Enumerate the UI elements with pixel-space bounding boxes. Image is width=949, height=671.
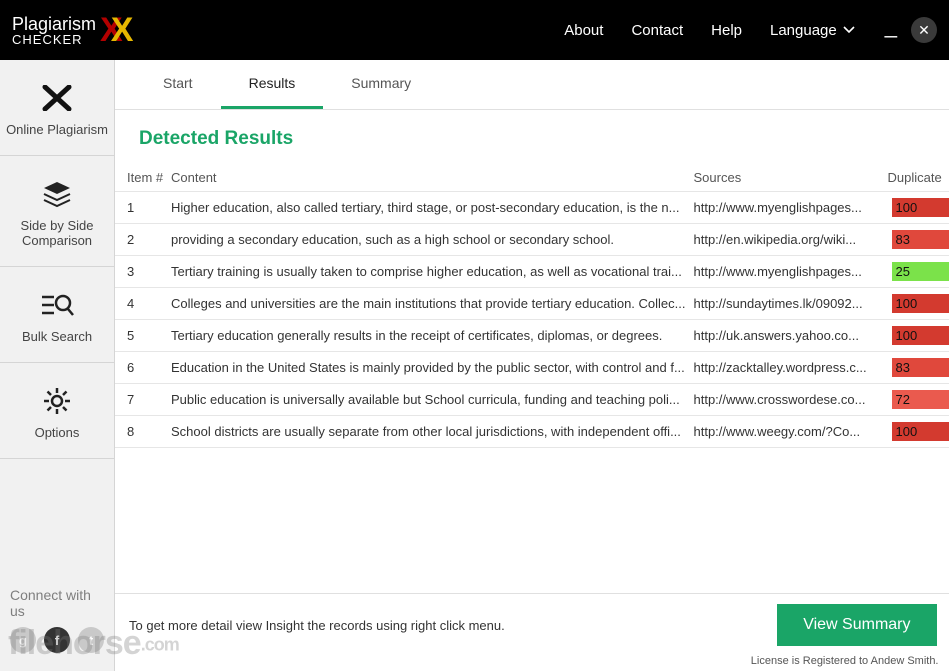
table-header: Item # Content Sources Duplicate xyxy=(115,164,949,192)
social-twitter-icon[interactable]: t xyxy=(78,627,104,653)
logo-title: Plagiarism xyxy=(12,15,96,33)
window-controls: _ ✕ xyxy=(885,17,937,43)
main-content: Start Results Summary Detected Results I… xyxy=(115,60,949,671)
cell-content: Education in the United States is mainly… xyxy=(165,360,694,375)
menu-contact[interactable]: Contact xyxy=(631,22,683,39)
close-icon: ✕ xyxy=(918,22,930,39)
tab-start[interactable]: Start xyxy=(135,60,221,109)
cell-source: http://www.myenglishpages... xyxy=(694,264,886,279)
sidebar-item-side-by-side[interactable]: Side by Side Comparison xyxy=(0,156,114,267)
cell-content: Higher education, also called tertiary, … xyxy=(165,200,694,215)
tab-bar: Start Results Summary xyxy=(115,60,949,110)
table-row[interactable]: 3Tertiary training is usually taken to c… xyxy=(115,256,949,288)
cell-duplicate: 25 xyxy=(886,262,949,281)
view-summary-button[interactable]: View Summary xyxy=(777,604,936,646)
logo-subtitle: CHECKER xyxy=(12,33,96,46)
cell-source: http://zacktalley.wordpress.c... xyxy=(694,360,886,375)
cell-content: providing a secondary education, such as… xyxy=(165,232,694,247)
cell-duplicate: 100 xyxy=(886,198,949,217)
col-header-sources: Sources xyxy=(694,170,886,185)
connect-label: Connect with us xyxy=(10,587,104,619)
cell-source: http://sundaytimes.lk/09092... xyxy=(694,296,886,311)
table-row[interactable]: 4Colleges and universities are the main … xyxy=(115,288,949,320)
sidebar-item-label: Options xyxy=(35,425,80,440)
cell-content: Tertiary education generally results in … xyxy=(165,328,694,343)
col-header-duplicate: Duplicate xyxy=(886,170,949,185)
cell-duplicate: 100 xyxy=(886,294,949,313)
cell-source: http://uk.answers.yahoo.co... xyxy=(694,328,886,343)
cell-source: http://www.myenglishpages... xyxy=(694,200,886,215)
cell-duplicate: 100 xyxy=(886,326,949,345)
gear-icon xyxy=(42,385,72,417)
list-search-icon xyxy=(40,289,74,321)
table-row[interactable]: 5Tertiary education generally results in… xyxy=(115,320,949,352)
close-button[interactable]: ✕ xyxy=(911,17,937,43)
table-row[interactable]: 1Higher education, also called tertiary,… xyxy=(115,192,949,224)
tab-summary[interactable]: Summary xyxy=(323,60,439,109)
cell-content: School districts are usually separate fr… xyxy=(165,424,694,439)
table-row[interactable]: 6Education in the United States is mainl… xyxy=(115,352,949,384)
table-row[interactable]: 8School districts are usually separate f… xyxy=(115,416,949,448)
menu-language-label: Language xyxy=(770,22,837,39)
cell-source: http://www.weegy.com/?Co... xyxy=(694,424,886,439)
table-row[interactable]: 2providing a secondary education, such a… xyxy=(115,224,949,256)
social-google-icon[interactable]: g xyxy=(10,627,36,653)
cell-source: http://www.crosswordese.co... xyxy=(694,392,886,407)
cell-duplicate: 100 xyxy=(886,422,949,441)
menu-language[interactable]: Language xyxy=(770,22,855,39)
col-header-item: Item # xyxy=(115,170,165,185)
top-menu: About Contact Help Language xyxy=(564,22,855,39)
cell-item: 4 xyxy=(115,296,165,311)
sidebar-item-label: Bulk Search xyxy=(22,329,92,344)
col-header-content: Content xyxy=(165,170,694,185)
chevron-down-icon xyxy=(843,26,855,34)
x-icon xyxy=(42,82,72,114)
cell-content: Tertiary training is usually taken to co… xyxy=(165,264,694,279)
tab-results[interactable]: Results xyxy=(221,60,324,109)
logo-x-icon: XX xyxy=(100,11,145,50)
cell-duplicate: 83 xyxy=(886,230,949,249)
layers-icon xyxy=(42,178,72,210)
cell-content: Colleges and universities are the main i… xyxy=(165,296,694,311)
sidebar-item-options[interactable]: Options xyxy=(0,363,114,459)
cell-item: 7 xyxy=(115,392,165,407)
cell-source: http://en.wikipedia.org/wiki... xyxy=(694,232,886,247)
footer-hint: To get more detail view Insight the reco… xyxy=(129,618,765,633)
sidebar-item-bulk-search[interactable]: Bulk Search xyxy=(0,267,114,363)
titlebar: Plagiarism CHECKER XX About Contact Help… xyxy=(0,0,949,60)
sidebar: Online Plagiarism Side by Side Compariso… xyxy=(0,60,115,671)
cell-item: 8 xyxy=(115,424,165,439)
cell-duplicate: 83 xyxy=(886,358,949,377)
cell-duplicate: 72 xyxy=(886,390,949,409)
menu-about[interactable]: About xyxy=(564,22,603,39)
results-table: Item # Content Sources Duplicate 1Higher… xyxy=(115,164,949,448)
social-links: g f t xyxy=(10,627,104,653)
sidebar-footer: Connect with us g f t xyxy=(0,575,114,671)
social-facebook-icon[interactable]: f xyxy=(44,627,70,653)
cell-content: Public education is universally availabl… xyxy=(165,392,694,407)
section-title: Detected Results xyxy=(115,110,949,164)
table-row[interactable]: 7Public education is universally availab… xyxy=(115,384,949,416)
sidebar-item-label: Side by Side Comparison xyxy=(6,218,108,248)
cell-item: 6 xyxy=(115,360,165,375)
menu-help[interactable]: Help xyxy=(711,22,742,39)
app-logo: Plagiarism CHECKER XX xyxy=(12,11,145,50)
sidebar-item-online-plagiarism[interactable]: Online Plagiarism xyxy=(0,60,114,156)
cell-item: 3 xyxy=(115,264,165,279)
cell-item: 2 xyxy=(115,232,165,247)
cell-item: 1 xyxy=(115,200,165,215)
license-text: License is Registered to Andew Smith. xyxy=(115,652,949,671)
sidebar-item-label: Online Plagiarism xyxy=(6,122,108,137)
footer-bar: To get more detail view Insight the reco… xyxy=(115,593,949,652)
cell-item: 5 xyxy=(115,328,165,343)
